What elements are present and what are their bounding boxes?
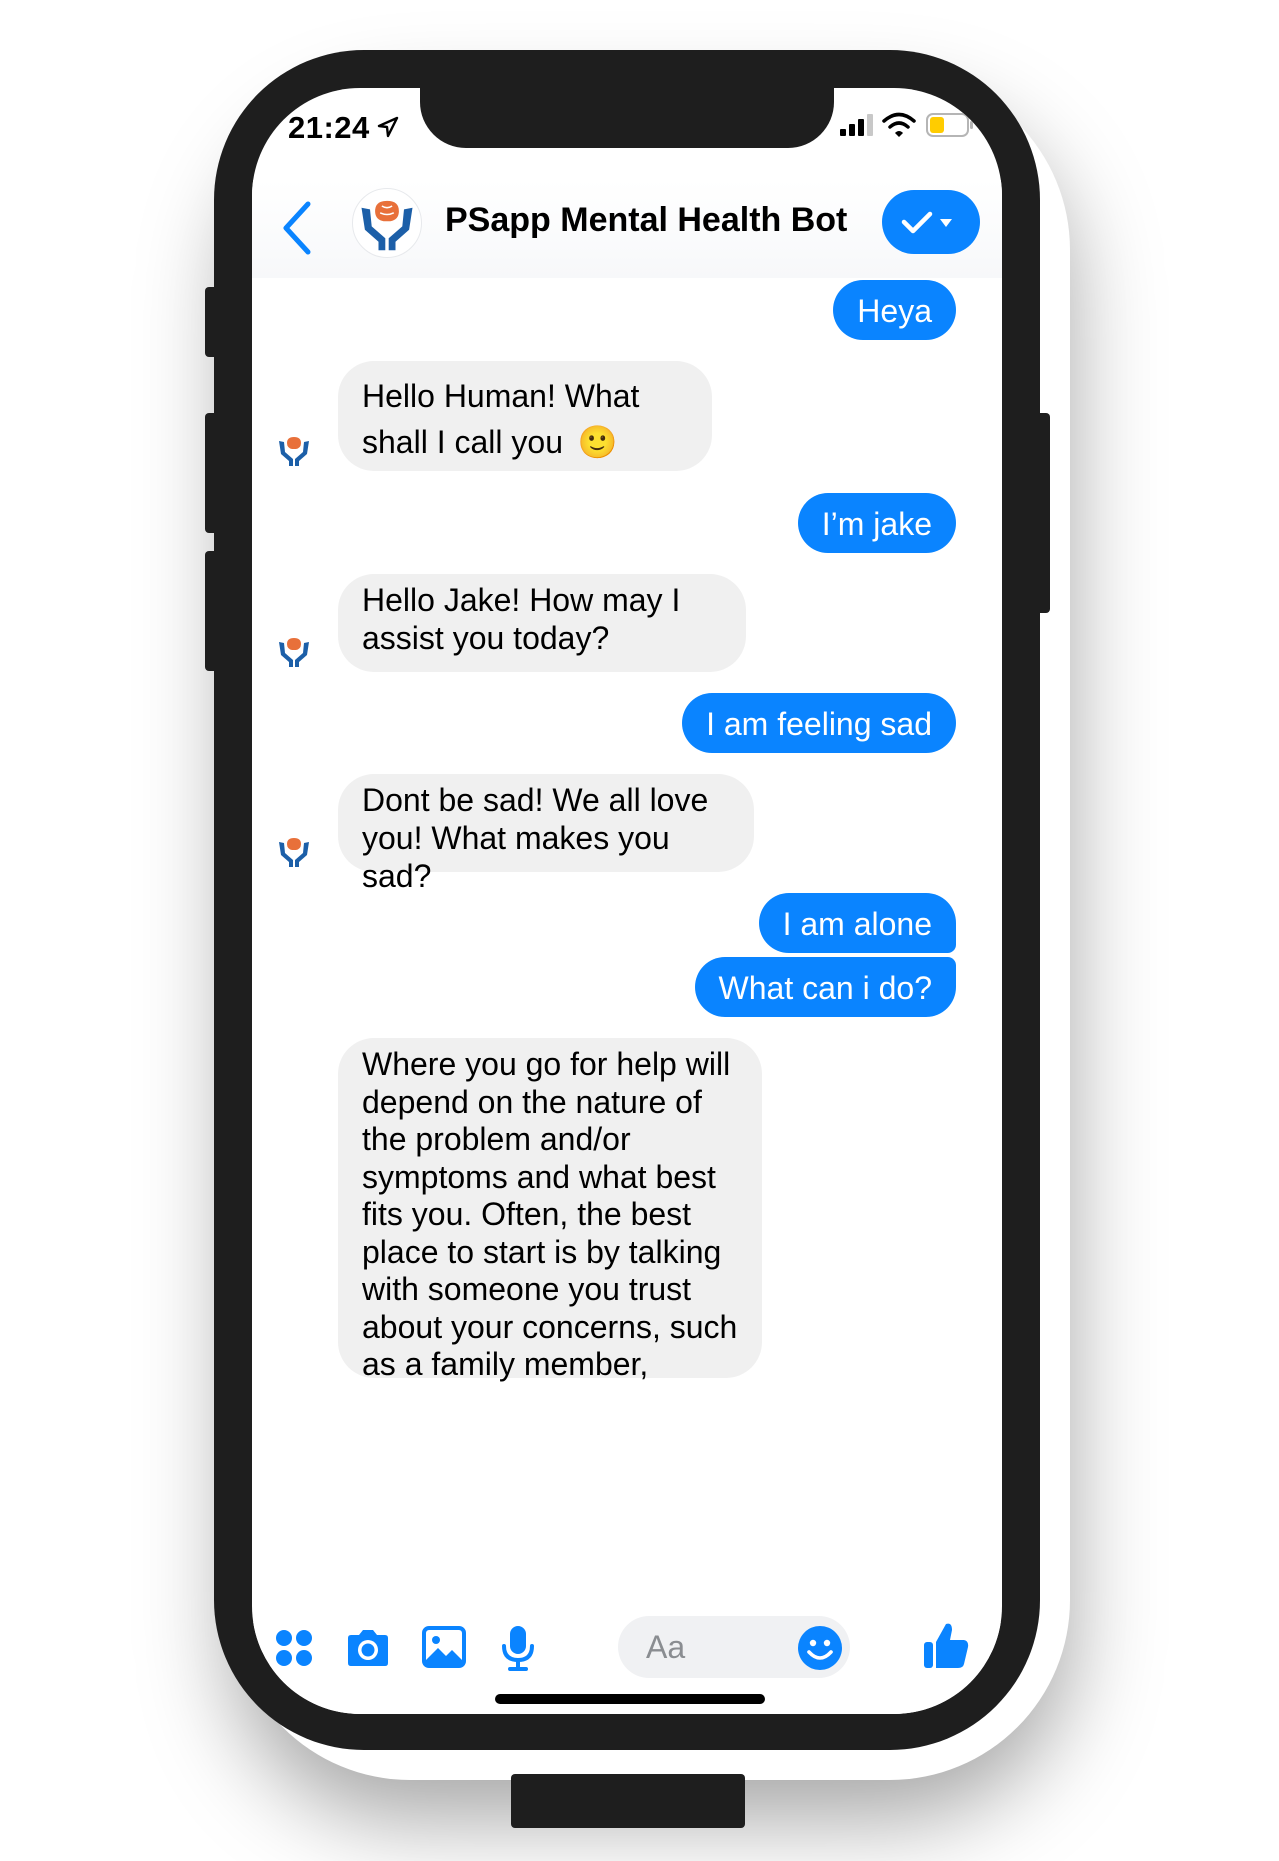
notch [420, 88, 834, 148]
bot-avatar[interactable] [352, 188, 422, 258]
bot-mini-avatar-icon [279, 437, 309, 466]
message-text: What can i do? [718, 970, 932, 1006]
home-indicator[interactable] [495, 1694, 765, 1704]
incoming-message[interactable]: Hello Human! What shall I call you 🙂 [338, 361, 712, 471]
brain-hands-logo [361, 200, 413, 251]
chevron-left-icon[interactable] [280, 198, 316, 258]
message-text: Where you go for help will depend on the… [362, 1046, 738, 1382]
outgoing-message[interactable]: I’m jake [797, 493, 956, 553]
thumbs-up-icon[interactable] [922, 1620, 970, 1670]
bot-mini-avatar-icon [279, 838, 309, 867]
outgoing-message[interactable]: I am alone [758, 893, 956, 953]
status-time: 21:24 [288, 110, 370, 145]
incoming-message[interactable]: Where you go for help will depend on the… [338, 1038, 762, 1382]
message-text: I am feeling sad [706, 706, 932, 742]
message-input-placeholder: Aa [646, 1629, 686, 1665]
image-icon[interactable] [422, 1626, 466, 1668]
phone-screen: 21:24 PSapp Mental Health Bot Heya Hello… [252, 88, 1002, 1714]
status-check-button[interactable] [882, 190, 980, 254]
bot-mini-avatar-icon [279, 638, 309, 667]
chat-title: PSapp Mental Health Bot [445, 201, 848, 239]
grid-dots-icon[interactable] [274, 1628, 314, 1668]
message-text: I’m jake [821, 506, 932, 542]
microphone-icon[interactable] [500, 1624, 536, 1672]
outgoing-message[interactable]: I am feeling sad [682, 693, 956, 753]
wifi-icon [882, 112, 916, 137]
outgoing-message[interactable]: Heya [833, 280, 956, 340]
message-text: Heya [857, 293, 932, 329]
outgoing-message[interactable]: What can i do? [694, 957, 956, 1017]
incoming-message[interactable]: Hello Jake! How may I assist you today? [338, 574, 746, 672]
message-text: I am alone [782, 906, 932, 942]
message-list[interactable]: Heya Hello Human! What shall I call you … [252, 280, 1002, 1622]
lightning-connector [511, 1774, 745, 1828]
incoming-message[interactable]: Dont be sad! We all love you! What makes… [338, 774, 754, 894]
signal-icon [840, 114, 873, 136]
battery-icon [926, 113, 973, 137]
check-dropdown-icon [901, 211, 952, 234]
smile-emoji-icon: 🙂 [577, 424, 618, 460]
message-text: Hello Jake! How may I assist you today? [362, 582, 681, 656]
location-arrow-icon [377, 116, 399, 138]
message-text: Dont be sad! We all love you! What makes… [362, 782, 709, 894]
emoji-icon[interactable] [796, 1624, 844, 1672]
camera-icon[interactable] [344, 1628, 392, 1668]
